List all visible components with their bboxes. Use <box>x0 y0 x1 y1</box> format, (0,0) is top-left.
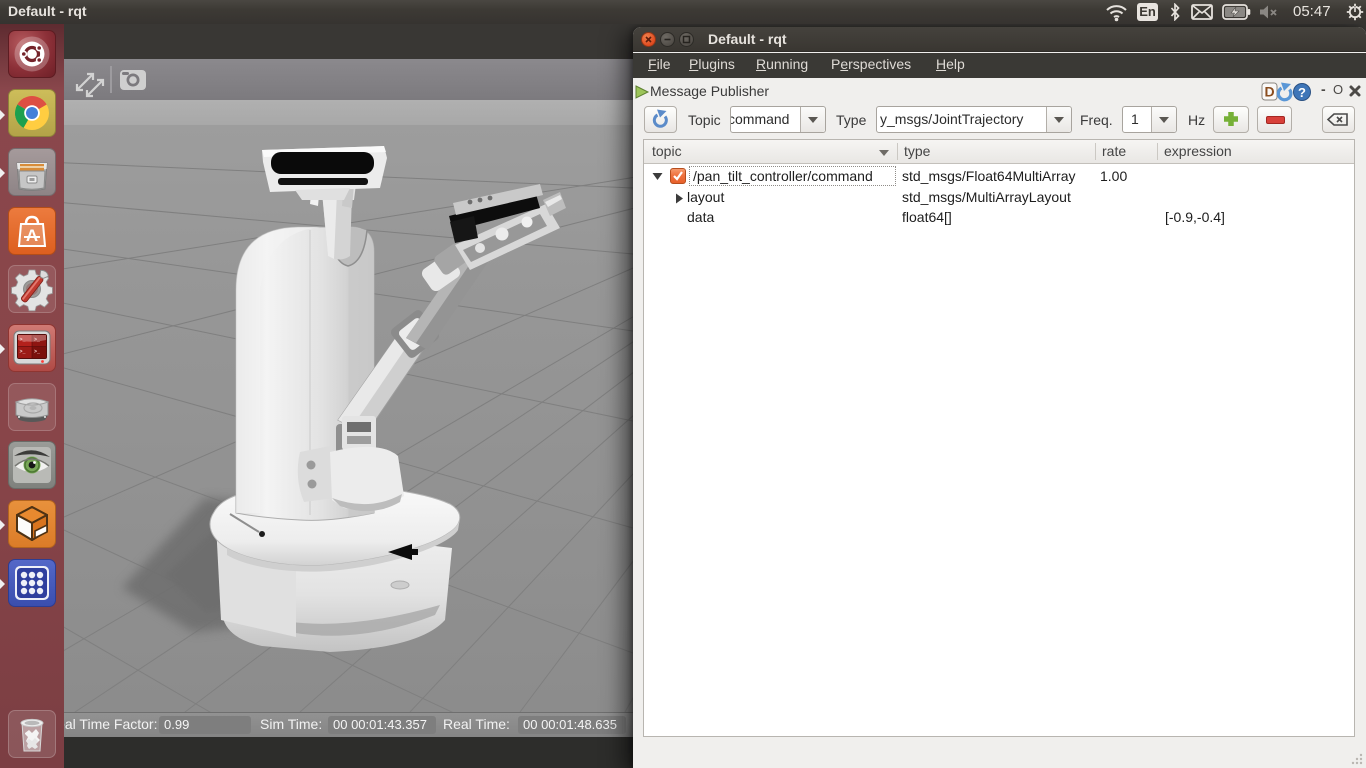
svg-text:?: ? <box>1298 85 1306 100</box>
svg-text:>_: >_ <box>34 337 41 343</box>
svg-text:D: D <box>1264 84 1274 100</box>
svg-text:>_: >_ <box>20 337 27 343</box>
svg-text:>_: >_ <box>20 349 27 355</box>
svg-text:>_: >_ <box>34 349 41 355</box>
svg-text:A: A <box>26 226 38 245</box>
